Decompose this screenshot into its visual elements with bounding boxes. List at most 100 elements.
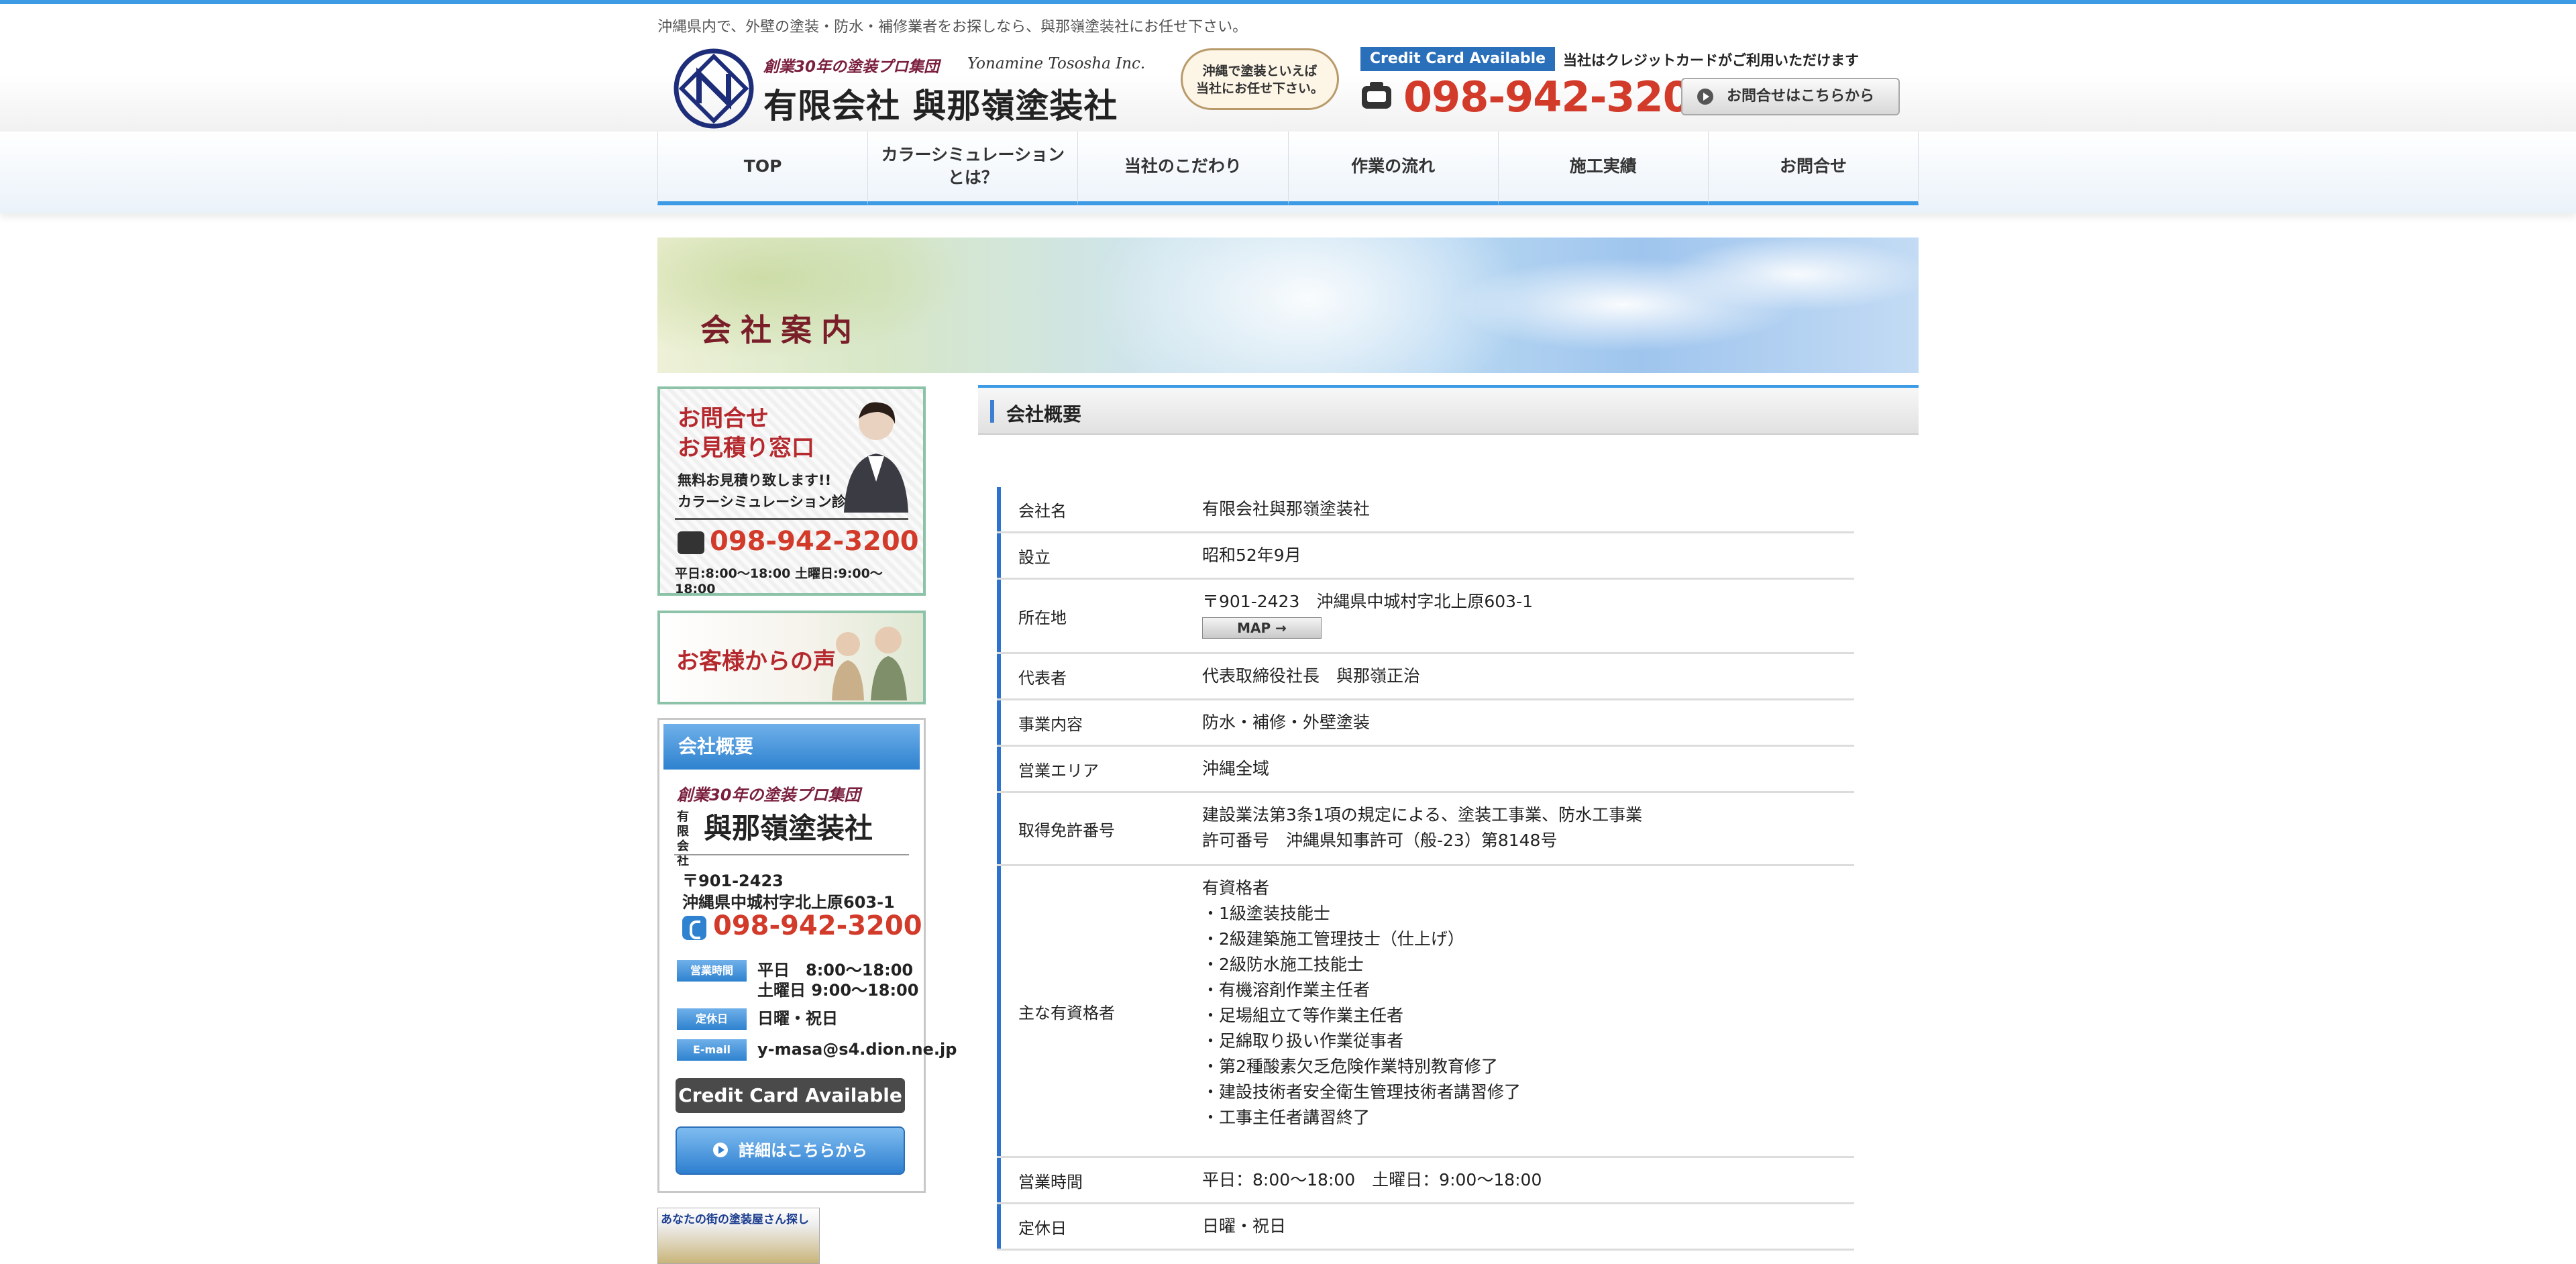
voice-banner-label: お客様からの声 bbox=[676, 648, 836, 675]
company-address: 沖縄県中城村字北上原603-1 bbox=[682, 893, 895, 912]
row-value-line: ・第2種酸素欠乏危険作業特別教育修了 bbox=[1202, 1057, 1498, 1076]
sidebar-search-banner[interactable]: あなたの街の塗装屋さん探し bbox=[657, 1208, 820, 1264]
row-label: 主な有資格者 bbox=[997, 866, 1186, 1156]
row-label: 取得免許番号 bbox=[997, 793, 1186, 864]
phone-icon bbox=[1362, 82, 1391, 109]
row-value-line: ・工事主任者講習終了 bbox=[1202, 1108, 1371, 1127]
company-info-table: 会社名 有限会社與那嶺塗装社 設立 昭和52年9月 所在地 〒901-2423 沖縄県中城… bbox=[997, 487, 1854, 1251]
contact-hours: 平日:8:00〜18:00 土曜日:9:00〜18:00 bbox=[675, 566, 883, 596]
nav-item-contact[interactable]: お問合せ bbox=[1707, 131, 1919, 205]
contact-banner-title-line2: お見積り窓口 bbox=[678, 435, 814, 462]
table-row: 営業時間 平日：8:00〜18:00 土曜日：9:00〜18:00 bbox=[997, 1158, 1854, 1204]
row-value-line: 有資格者 bbox=[1202, 878, 1270, 898]
table-row: 取得免許番号 建設業法第3条1項の規定による、塗装工事業、防水工事業 許可番号 沖縄… bbox=[997, 793, 1854, 866]
nav-item-top[interactable]: TOP bbox=[657, 131, 868, 205]
table-row: 所在地 〒901-2423 沖縄県中城村字北上原603-1 MAP → bbox=[997, 580, 1854, 654]
row-label: 所在地 bbox=[997, 580, 1186, 652]
nav-item-commitment[interactable]: 当社のこだわり bbox=[1077, 131, 1288, 205]
company-prefix: 有限会社 bbox=[677, 810, 689, 868]
row-value-line: 日曜・祝日 bbox=[1202, 1216, 1287, 1236]
contact-banner-title-line1: お問合せ bbox=[678, 405, 769, 432]
credit-card-badge: Credit Card Available bbox=[676, 1078, 905, 1113]
table-row: 営業エリア 沖縄全域 bbox=[997, 747, 1854, 793]
hours-saturday: 土曜日 9:00〜18:00 bbox=[757, 981, 919, 1000]
heading-accent-bar bbox=[990, 400, 994, 423]
section-heading: 会社概要 bbox=[978, 385, 1919, 435]
row-value-line: 昭和52年9月 bbox=[1202, 545, 1301, 565]
contact-phone[interactable]: 098-942-3200 bbox=[678, 526, 919, 557]
row-value-line: 平日：8:00〜18:00 土曜日：9:00〜18:00 bbox=[1202, 1170, 1542, 1190]
map-button[interactable]: MAP → bbox=[1202, 617, 1322, 639]
page-title: 会社案内 bbox=[700, 312, 861, 348]
sidebar-voice-banner[interactable]: お客様からの声 bbox=[657, 611, 926, 704]
nav-item-workflow[interactable]: 作業の流れ bbox=[1287, 131, 1498, 205]
play-arrow-icon bbox=[713, 1143, 728, 1157]
table-row: 事業内容 防水・補修・外壁塗装 bbox=[997, 700, 1854, 747]
row-value-line: 沖縄全域 bbox=[1202, 759, 1270, 778]
logo-company-name[interactable]: 有限会社 與那嶺塗装社 bbox=[763, 79, 1118, 127]
nav-item-color-simulation[interactable]: カラーシミュレーション とは？ bbox=[867, 131, 1078, 205]
section-heading-text: 会社概要 bbox=[1006, 403, 1082, 425]
bubble-line-2: 当社にお任せ下さい。 bbox=[1195, 81, 1324, 96]
email-tag: E-mail bbox=[677, 1039, 747, 1061]
holiday-tag: 定休日 bbox=[677, 1008, 747, 1030]
page-hero-banner: 会社案内 bbox=[657, 238, 1919, 373]
details-button[interactable]: 詳細はこちらから bbox=[676, 1126, 905, 1175]
nav-item-works[interactable]: 施工実績 bbox=[1497, 131, 1708, 205]
logo-english-name: Yonamine Tososha Inc. bbox=[967, 55, 1146, 72]
holiday-value: 日曜・祝日 bbox=[757, 1009, 838, 1028]
nav-item-label: 当社のこだわり bbox=[1124, 156, 1242, 176]
company-logo-icon[interactable] bbox=[672, 47, 755, 130]
hero-cloud bbox=[1664, 238, 1919, 311]
table-row: 設立 昭和52年9月 bbox=[997, 533, 1854, 580]
row-value: 建設業法第3条1項の規定による、塗装工事業、防水工事業 許可番号 沖縄県知事許可（… bbox=[1202, 793, 1854, 863]
row-value: 〒901-2423 沖縄県中城村字北上原603-1 MAP → bbox=[1202, 580, 1854, 649]
table-row: 定休日 日曜・祝日 bbox=[997, 1204, 1854, 1251]
row-value: 有資格者・1級塗装技能士・2級建築施工管理技士（仕上げ） ・2級防水施工技能士 ・有… bbox=[1202, 866, 1854, 1140]
row-label: 営業時間 bbox=[997, 1158, 1186, 1202]
sidebar-contact-banner[interactable]: お問合せ お見積り窓口 無料お見積り致します!! カラーシミュレーション診断 0… bbox=[657, 386, 926, 596]
divider bbox=[674, 854, 909, 855]
row-value-line: ・建設技術者安全衛生管理技術者講習修了 bbox=[1202, 1082, 1521, 1102]
search-banner-text: あなたの街の塗装屋さん探し bbox=[661, 1213, 809, 1226]
contact-button-label: お問合せはこちらから bbox=[1727, 88, 1875, 105]
contact-button[interactable]: お問合せはこちらから bbox=[1681, 78, 1900, 115]
row-value-line: 〒901-2423 沖縄県中城村字北上原603-1 bbox=[1202, 592, 1534, 611]
header-phone-number[interactable]: 098-942-3200 bbox=[1403, 72, 1720, 121]
company-phone[interactable]: 098-942-3200 bbox=[713, 910, 922, 941]
main-nav: TOP カラーシミュレーション とは？ 当社のこだわり 作業の流れ 施工実績 お… bbox=[657, 131, 1919, 205]
row-value-line: ・有機溶剤作業主任者 bbox=[1202, 980, 1371, 1000]
row-value: 有限会社與那嶺塗装社 bbox=[1202, 487, 1854, 531]
divider bbox=[675, 518, 908, 520]
table-row: 主な有資格者 有資格者・1級塗装技能士・2級建築施工管理技士（仕上げ） ・2級防水施… bbox=[997, 866, 1854, 1158]
row-value: 昭和52年9月 bbox=[1202, 533, 1854, 578]
row-value-line: ・足綿取り扱い作業従事者 bbox=[1202, 1031, 1404, 1051]
email-value[interactable]: y-masa@s4.dion.ne.jp bbox=[757, 1039, 957, 1059]
nav-item-label-line2: とは？ bbox=[947, 168, 998, 187]
row-value-line: ・1級塗装技能士 bbox=[1202, 904, 1330, 923]
contact-banner-title: お問合せ お見積り窓口 bbox=[678, 404, 814, 463]
row-value-line: ・2級建築施工管理技士（仕上げ） bbox=[1202, 929, 1464, 949]
logo-catchphrase: 創業30年の塗装プロ集団 bbox=[763, 58, 940, 76]
row-label: 事業内容 bbox=[997, 700, 1186, 745]
row-value-line: 有限会社與那嶺塗装社 bbox=[1202, 499, 1371, 519]
phone-icon bbox=[682, 916, 706, 940]
row-value-line: ・2級防水施工技能士 bbox=[1202, 955, 1364, 974]
row-value: 平日：8:00〜18:00 土曜日：9:00〜18:00 bbox=[1202, 1158, 1854, 1202]
hours-tag: 営業時間 bbox=[677, 960, 747, 982]
nav-item-label: TOP bbox=[743, 156, 782, 176]
row-value-line: 建設業法第3条1項の規定による、塗装工事業、防水工事業 bbox=[1202, 805, 1643, 825]
row-value: 日曜・祝日 bbox=[1202, 1204, 1854, 1249]
table-row: 代表者 代表取締役社長 與那嶺正治 bbox=[997, 654, 1854, 700]
details-button-label: 詳細はこちらから bbox=[739, 1141, 867, 1160]
company-catchphrase: 創業30年の塗装プロ集団 bbox=[677, 786, 861, 804]
site-tagline: 沖縄県内で、外壁の塗装・防水・補修業者をお探しなら、與那嶺塗装社にお任せ下さい。 bbox=[657, 19, 1248, 36]
row-value-line: 代表取締役社長 與那嶺正治 bbox=[1202, 666, 1421, 686]
nav-item-label: 施工実績 bbox=[1569, 156, 1637, 176]
nav-item-label: カラーシミュレーション bbox=[881, 145, 1065, 164]
row-label: 営業エリア bbox=[997, 747, 1186, 791]
row-value-line: 許可番号 沖縄県知事許可（般-23）第8148号 bbox=[1202, 831, 1558, 850]
row-value-line: 防水・補修・外壁塗装 bbox=[1202, 713, 1371, 732]
sidebar-company-info: 会社概要 創業30年の塗装プロ集団 有限会社 與那嶺塗装社 〒901-2423 … bbox=[657, 718, 957, 1193]
nav-item-label: お問合せ bbox=[1779, 156, 1847, 176]
